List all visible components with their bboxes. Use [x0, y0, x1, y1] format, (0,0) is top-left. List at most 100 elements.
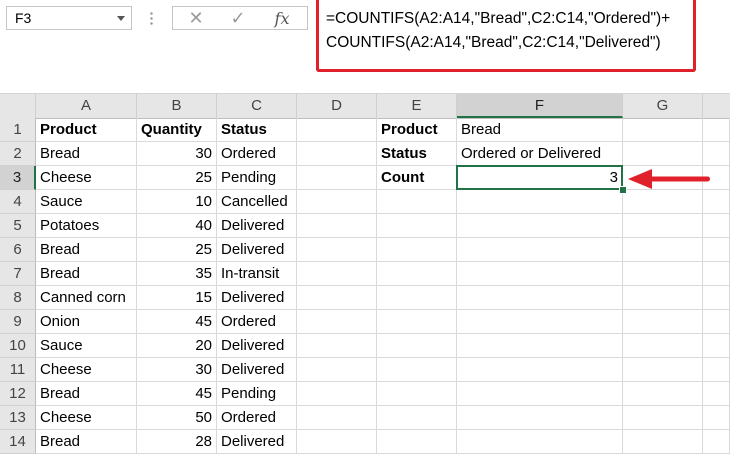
row-header-4[interactable]: 4	[0, 190, 36, 214]
cell-a1[interactable]: Product	[36, 118, 137, 142]
row-header-14[interactable]: 14	[0, 430, 36, 454]
cell-h4[interactable]	[703, 190, 730, 214]
row-header-10[interactable]: 10	[0, 334, 36, 358]
row-header-1[interactable]: 1	[0, 118, 36, 142]
cell-c10[interactable]: Delivered	[217, 334, 297, 358]
cell-a2[interactable]: Bread	[36, 142, 137, 166]
cell-b7[interactable]: 35	[137, 262, 217, 286]
cell-e10[interactable]	[377, 334, 457, 358]
cell-h14[interactable]	[703, 430, 730, 454]
cell-b4[interactable]: 10	[137, 190, 217, 214]
cell-e11[interactable]	[377, 358, 457, 382]
cell-e9[interactable]	[377, 310, 457, 334]
cell-h2[interactable]	[703, 142, 730, 166]
column-header-c[interactable]: C	[217, 94, 297, 118]
cell-d6[interactable]	[297, 238, 377, 262]
cell-c11[interactable]: Delivered	[217, 358, 297, 382]
cell-c2[interactable]: Ordered	[217, 142, 297, 166]
cell-e12[interactable]	[377, 382, 457, 406]
row-header-3[interactable]: 3	[0, 166, 36, 190]
cell-b5[interactable]: 40	[137, 214, 217, 238]
row-header-11[interactable]: 11	[0, 358, 36, 382]
cell-c3[interactable]: Pending	[217, 166, 297, 190]
row-header-13[interactable]: 13	[0, 406, 36, 430]
cell-c1[interactable]: Status	[217, 118, 297, 142]
cell-f6[interactable]	[457, 238, 623, 262]
cell-e6[interactable]	[377, 238, 457, 262]
cell-a7[interactable]: Bread	[36, 262, 137, 286]
cell-e1[interactable]: Product	[377, 118, 457, 142]
insert-function-icon[interactable]: fx	[265, 7, 299, 29]
row-header-5[interactable]: 5	[0, 214, 36, 238]
cell-c14[interactable]: Delivered	[217, 430, 297, 454]
column-header-g[interactable]: G	[623, 94, 703, 118]
cell-g4[interactable]	[623, 190, 703, 214]
column-header-a[interactable]: A	[36, 94, 137, 118]
cell-f3[interactable]: 3	[457, 166, 623, 190]
cell-d10[interactable]	[297, 334, 377, 358]
cell-c9[interactable]: Ordered	[217, 310, 297, 334]
cell-d5[interactable]	[297, 214, 377, 238]
cell-f4[interactable]	[457, 190, 623, 214]
cell-h5[interactable]	[703, 214, 730, 238]
row-header-9[interactable]: 9	[0, 310, 36, 334]
cell-f2[interactable]: Ordered or Delivered	[457, 142, 623, 166]
cell-a14[interactable]: Bread	[36, 430, 137, 454]
column-header-d[interactable]: D	[297, 94, 377, 118]
cell-h13[interactable]	[703, 406, 730, 430]
cell-e7[interactable]	[377, 262, 457, 286]
cell-h1[interactable]	[703, 118, 730, 142]
spreadsheet-grid[interactable]: A B C D E F G 1 Product Quantity Status Prod…	[0, 93, 730, 458]
cell-f7[interactable]	[457, 262, 623, 286]
column-header-b[interactable]: B	[137, 94, 217, 118]
cell-c12[interactable]: Pending	[217, 382, 297, 406]
cell-f5[interactable]	[457, 214, 623, 238]
cell-f8[interactable]	[457, 286, 623, 310]
cell-b3[interactable]: 25	[137, 166, 217, 190]
cell-e14[interactable]	[377, 430, 457, 454]
cell-e2[interactable]: Status	[377, 142, 457, 166]
cell-d1[interactable]	[297, 118, 377, 142]
row-header-2[interactable]: 2	[0, 142, 36, 166]
row-header-8[interactable]: 8	[0, 286, 36, 310]
cancel-icon[interactable]: ✕	[179, 7, 213, 29]
cell-b12[interactable]: 45	[137, 382, 217, 406]
cell-g13[interactable]	[623, 406, 703, 430]
cell-b2[interactable]: 30	[137, 142, 217, 166]
chevron-down-icon[interactable]	[117, 16, 125, 21]
row-header-12[interactable]: 12	[0, 382, 36, 406]
cell-e4[interactable]	[377, 190, 457, 214]
enter-check-icon[interactable]: ✓	[221, 7, 255, 29]
cell-d8[interactable]	[297, 286, 377, 310]
drag-handle-icon[interactable]	[150, 11, 153, 25]
cell-d12[interactable]	[297, 382, 377, 406]
cell-d11[interactable]	[297, 358, 377, 382]
cell-a12[interactable]: Bread	[36, 382, 137, 406]
cell-b13[interactable]: 50	[137, 406, 217, 430]
cell-c4[interactable]: Cancelled	[217, 190, 297, 214]
cell-d2[interactable]	[297, 142, 377, 166]
cell-b8[interactable]: 15	[137, 286, 217, 310]
cell-c6[interactable]: Delivered	[217, 238, 297, 262]
cell-d14[interactable]	[297, 430, 377, 454]
column-header-e[interactable]: E	[377, 94, 457, 118]
cell-h11[interactable]	[703, 358, 730, 382]
column-header-f[interactable]: F	[457, 94, 623, 118]
cell-a10[interactable]: Sauce	[36, 334, 137, 358]
cell-g7[interactable]	[623, 262, 703, 286]
cell-e3[interactable]: Count	[377, 166, 457, 190]
cell-f9[interactable]	[457, 310, 623, 334]
cell-g11[interactable]	[623, 358, 703, 382]
cell-c5[interactable]: Delivered	[217, 214, 297, 238]
cell-f12[interactable]	[457, 382, 623, 406]
cell-d9[interactable]	[297, 310, 377, 334]
cell-h10[interactable]	[703, 334, 730, 358]
cell-c7[interactable]: In-transit	[217, 262, 297, 286]
cell-b14[interactable]: 28	[137, 430, 217, 454]
cell-f10[interactable]	[457, 334, 623, 358]
cell-g9[interactable]	[623, 310, 703, 334]
cell-g1[interactable]	[623, 118, 703, 142]
cell-a13[interactable]: Cheese	[36, 406, 137, 430]
cell-e8[interactable]	[377, 286, 457, 310]
cell-e13[interactable]	[377, 406, 457, 430]
